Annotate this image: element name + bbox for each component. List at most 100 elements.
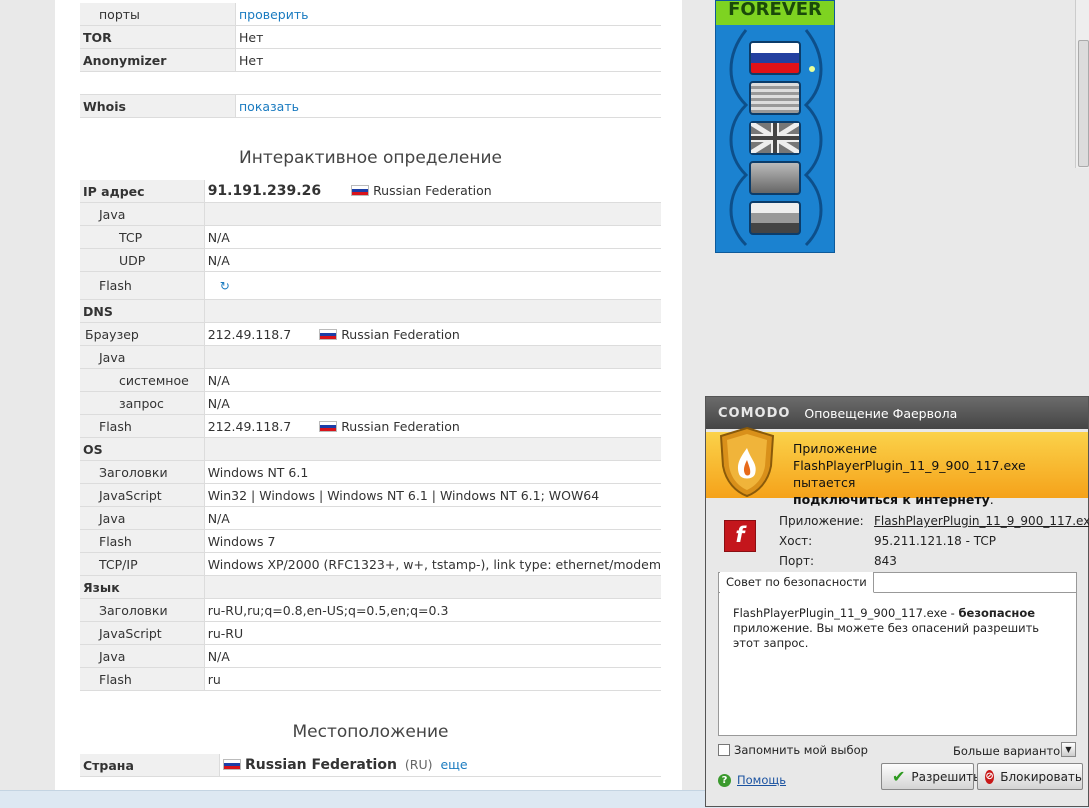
usa-flag-icon[interactable] bbox=[749, 81, 801, 115]
tor-label: TOR bbox=[80, 25, 236, 49]
connection-details: f Приложение: FlashPlayerPlugin_11_9_900… bbox=[706, 506, 1089, 570]
anonymizer-value: Нет bbox=[235, 48, 661, 72]
alert-period: . bbox=[989, 492, 994, 507]
lang-row-value: N/A bbox=[204, 644, 661, 668]
os-row-value: N/A bbox=[204, 506, 661, 530]
block-label: Блокировать bbox=[1000, 769, 1082, 784]
chevron-down-icon[interactable]: ▼ bbox=[1061, 742, 1076, 757]
ip-label: IP адрес bbox=[80, 180, 205, 203]
dns-browser-ip: 212.49.118.7 bbox=[207, 326, 292, 342]
lang-row-label: Java bbox=[80, 644, 205, 668]
interactive-section-title: Интерактивное определение bbox=[239, 148, 502, 168]
table-row: DNS bbox=[80, 299, 661, 323]
banner-forever-text: FOREVER bbox=[716, 1, 834, 25]
remember-label: Запомнить мой выбор bbox=[734, 743, 868, 757]
whois-show-link[interactable]: показать bbox=[239, 99, 299, 114]
flag-icon[interactable] bbox=[749, 201, 801, 235]
country-more-link[interactable]: еще bbox=[440, 757, 467, 772]
vpn-banner-ad[interactable]: FOREVER bbox=[715, 0, 835, 253]
os-row-value: Win32 | Windows | Windows NT 6.1 | Windo… bbox=[204, 483, 661, 507]
tab-security-advice[interactable]: Совет по безопасности bbox=[720, 572, 874, 593]
comodo-firewall-alert: COMODO Оповещение Фаервола Приложение Fl… bbox=[705, 396, 1089, 807]
app-value-link[interactable]: FlashPlayerPlugin_11_9_900_117.exe bbox=[874, 514, 1089, 528]
dns-request-value: N/A bbox=[204, 391, 661, 415]
security-advice-panel: Совет по безопасности FlashPlayerPlugin_… bbox=[718, 572, 1077, 736]
table-row: Заголовки Windows NT 6.1 bbox=[80, 460, 661, 484]
table-row: Браузер 212.49.118.7 Russian Federation bbox=[80, 322, 661, 346]
flash-player-icon: f bbox=[724, 520, 756, 552]
dns-flash-country: Russian Federation bbox=[341, 418, 460, 434]
flag-icon[interactable] bbox=[749, 161, 801, 195]
remember-choice[interactable]: Запомнить мой выбор bbox=[718, 743, 868, 757]
dns-java-label: Java bbox=[80, 345, 205, 369]
dns-label: DNS bbox=[80, 299, 205, 323]
allow-button[interactable]: ✔ Разрешить bbox=[881, 763, 980, 790]
ip-country: Russian Federation bbox=[373, 183, 492, 198]
alert-line: FlashPlayerPlugin_11_9_900_117.exe пытае… bbox=[793, 458, 1026, 490]
help-icon: ? bbox=[718, 773, 731, 787]
table-row: IP адрес 91.191.239.26 Russian Federation bbox=[80, 180, 661, 203]
os-row-label: Flash bbox=[80, 529, 205, 553]
lang-row-value: ru bbox=[204, 667, 661, 691]
ports-label: порты bbox=[80, 3, 236, 26]
table-row: Java bbox=[80, 345, 661, 369]
help-link[interactable]: ? Помощь bbox=[718, 773, 786, 787]
page-scrollbar[interactable] bbox=[1075, 0, 1089, 168]
table-row: Java N/A bbox=[80, 644, 661, 668]
dns-browser-country: Russian Federation bbox=[341, 326, 460, 342]
russia-flag-icon bbox=[351, 185, 370, 196]
os-row-value: Windows NT 6.1 bbox=[204, 460, 661, 484]
java-label: Java bbox=[80, 202, 205, 226]
anonymizer-label: Anonymizer bbox=[80, 48, 236, 72]
alert-title: Оповещение Фаервола bbox=[804, 405, 958, 421]
table-row: Страна Russian Federation (RU) еще bbox=[80, 754, 661, 777]
more-options-label[interactable]: Больше вариантов bbox=[953, 744, 1067, 758]
comodo-logo: COMODO bbox=[718, 405, 791, 421]
table-row: TCP/IP Windows XP/2000 (RFC1323+, w+, ts… bbox=[80, 552, 661, 576]
host-value: 95.211.121.18 - TCP bbox=[874, 534, 996, 548]
table-row: порты проверить bbox=[80, 3, 661, 26]
dns-flash-ip: 212.49.118.7 bbox=[207, 418, 292, 434]
lang-row-label: Flash bbox=[80, 667, 205, 691]
table-row: Java N/A bbox=[80, 506, 661, 530]
shield-fire-icon bbox=[719, 426, 775, 498]
interactive-table: IP адрес 91.191.239.26 Russian Federation… bbox=[80, 180, 661, 691]
os-row-label: TCP/IP bbox=[80, 552, 205, 576]
host-label: Хост: bbox=[779, 534, 813, 548]
russia-flag-icon[interactable] bbox=[749, 41, 801, 75]
os-row-value: Windows 7 bbox=[204, 529, 661, 553]
ip-value: 91.191.239.26 bbox=[207, 183, 322, 199]
advice-app: FlashPlayerPlugin_11_9_900_117.exe - bbox=[733, 606, 959, 620]
uk-cross-icon bbox=[749, 120, 801, 156]
dns-flash-label: Flash bbox=[80, 414, 205, 438]
country-value: Russian Federation bbox=[245, 757, 397, 773]
tor-value: Нет bbox=[235, 25, 661, 49]
table-row: UDP N/A bbox=[80, 248, 661, 272]
loading-spinner-icon: ↻ bbox=[219, 279, 230, 293]
dns-browser-label: Браузер bbox=[80, 322, 205, 346]
russia-flag-icon bbox=[319, 328, 338, 340]
advice-safe: безопасное bbox=[958, 606, 1036, 620]
connection-info-table: порты проверить TOR Нет Anonymizer Нет W… bbox=[80, 3, 661, 118]
tcp-label: TCP bbox=[80, 225, 205, 249]
port-value: 843 bbox=[874, 554, 897, 568]
block-button[interactable]: ⊘ Блокировать bbox=[977, 763, 1083, 790]
ip-check-page: порты проверить TOR Нет Anonymizer Нет W… bbox=[55, 0, 682, 790]
app-label: Приложение: bbox=[779, 514, 864, 528]
scrollbar-thumb[interactable] bbox=[1078, 40, 1089, 167]
table-row: OS bbox=[80, 437, 661, 461]
allow-label: Разрешить bbox=[911, 769, 981, 784]
checkmark-icon: ✔ bbox=[892, 767, 906, 786]
location-table: Страна Russian Federation (RU) еще bbox=[80, 754, 661, 777]
remember-checkbox[interactable] bbox=[718, 744, 730, 756]
table-row: системное N/A bbox=[80, 368, 661, 392]
check-ports-link[interactable]: проверить bbox=[239, 7, 309, 22]
dns-request-label: запрос bbox=[80, 391, 205, 415]
table-row: запрос N/A bbox=[80, 391, 661, 415]
lang-row-value: ru-RU bbox=[204, 621, 661, 645]
os-label: OS bbox=[80, 437, 205, 461]
uk-flag-icon[interactable] bbox=[749, 120, 801, 156]
os-row-value: Windows XP/2000 (RFC1323+, w+, tstamp-),… bbox=[204, 552, 661, 576]
help-label[interactable]: Помощь bbox=[737, 773, 786, 787]
table-row: JavaScript Win32 | Windows | Windows NT … bbox=[80, 483, 661, 507]
